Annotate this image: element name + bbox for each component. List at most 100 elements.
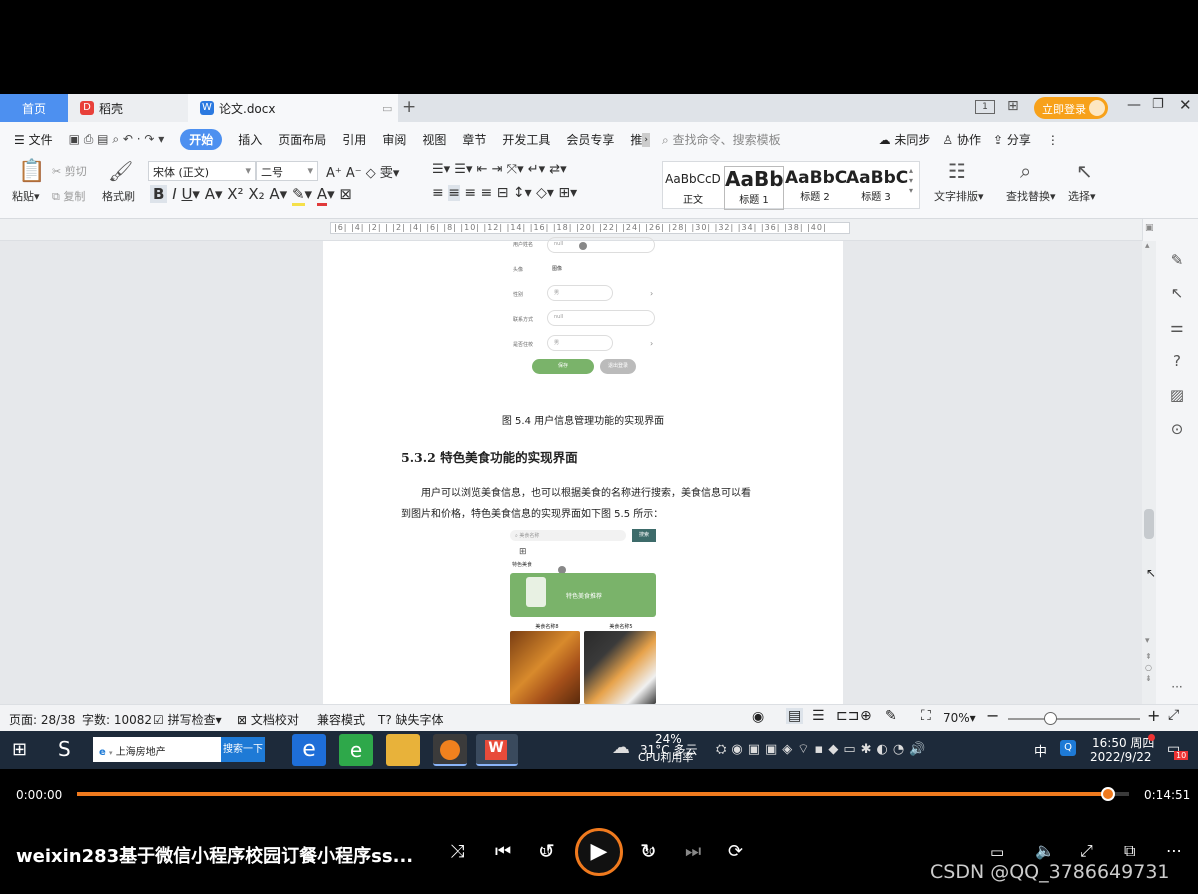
find-replace-button[interactable]: 查找替换▾ (1006, 188, 1056, 204)
format-painter-button[interactable]: 格式刷 (102, 188, 135, 204)
close-button[interactable]: ✕ (1179, 96, 1192, 114)
progress-handle[interactable] (1100, 787, 1115, 801)
menu-recommend[interactable]: 推 (630, 131, 642, 148)
more-options-icon[interactable]: ⋯ (1166, 841, 1182, 860)
more-dots-icon[interactable]: ··· (1168, 678, 1186, 696)
write-view-icon[interactable]: ✎ (885, 708, 897, 724)
login-button[interactable]: 立即登录 (1034, 97, 1108, 119)
volume-icon[interactable]: 🔈 (1035, 841, 1055, 860)
text-layout-icon[interactable]: ☷ (948, 159, 966, 183)
pen-icon[interactable]: ✎ (1168, 251, 1186, 269)
font-style-toolbar[interactable]: B I U▾ A▾ X² X₂ A▾ ✎▾ A▾ ⊠ (150, 185, 352, 206)
paste-button[interactable]: 粘贴▾ (12, 188, 40, 204)
zoom-out-button[interactable]: − (986, 706, 999, 725)
word-count[interactable]: 字数: 10082 (82, 711, 152, 728)
pointer-icon[interactable]: ↖ (1168, 284, 1186, 302)
document-page[interactable]: 用户姓名 null 头像 图像 性别 男 › 联系方式 null 是否住校 男 … (323, 237, 843, 704)
weather-cloud-icon[interactable]: ☁ (612, 737, 630, 758)
page-indicator[interactable]: 页面: 28/38 (9, 711, 75, 728)
zoom-slider[interactable] (1008, 718, 1140, 720)
page-nav-icon[interactable]: ⇞ ○ ⇟ (1145, 651, 1152, 684)
expand-icon[interactable]: ⤢ (1080, 841, 1093, 861)
quick-access-icons[interactable]: ▣ ⎙ ▤ ⌕ ↶ · ↷ ▾ (69, 132, 165, 147)
tab-document[interactable]: W 论文.docx ▭ (188, 94, 398, 122)
ruler-toggle-icon[interactable]: ▣ (1145, 223, 1154, 233)
copy-button[interactable]: ⧉ 复制 (52, 188, 85, 204)
menu-review[interactable]: 审阅 (382, 131, 406, 148)
font-size-controls-icon[interactable]: A⁺ A⁻ ◇ 雯▾ (326, 162, 399, 181)
ime-indicator[interactable]: 中 (1034, 741, 1047, 760)
fullscreen-icon[interactable]: ⤢ (1168, 707, 1179, 723)
image-edit-icon[interactable]: ▨ (1168, 386, 1186, 404)
format-painter-icon[interactable]: 🖌 (108, 159, 133, 183)
command-search[interactable]: ⌕ 查找命令、搜索模板 (662, 131, 781, 148)
collab-button[interactable]: ♙ 协作 (942, 131, 981, 148)
style-heading2[interactable]: AaBbC 标题 2 (785, 166, 847, 210)
apps-grid-icon[interactable]: ⊞ (1007, 98, 1019, 114)
pip-icon[interactable]: ⧉ (1124, 841, 1135, 861)
select-cursor-icon[interactable]: ↖ (1076, 159, 1093, 183)
shuffle-icon[interactable]: ⤨ (450, 841, 464, 862)
app-logo-icon[interactable]: S (58, 737, 71, 761)
media-player-icon[interactable] (433, 734, 467, 766)
list-controls[interactable]: ☰▾ ☰▾ ⇤ ⇥ ⤧▾ ↵▾ ⇄▾ (432, 162, 567, 177)
menu-page-layout[interactable]: 页面布局 (278, 131, 326, 148)
page-view-icon[interactable]: ▤ (786, 708, 804, 724)
zoom-slider-handle[interactable] (1044, 712, 1057, 725)
clock-date[interactable]: 2022/9/22 (1090, 750, 1152, 764)
zoom-level[interactable]: 70%▾ (943, 711, 976, 725)
help-icon[interactable]: ? (1168, 352, 1186, 370)
more-menu-icon[interactable]: ⋮ (1047, 133, 1059, 147)
menu-view[interactable]: 视图 (422, 131, 446, 148)
location-icon[interactable]: ⊙ (1168, 420, 1186, 438)
sync-status[interactable]: ☁ 未同步 (879, 131, 931, 148)
menu-scroll-right-icon[interactable]: › (642, 132, 651, 147)
new-tab-button[interactable]: + (402, 97, 416, 117)
alignment-controls[interactable]: ≡ ≡ ≡ ≡ ⊟ ↕▾ ◇▾ ⊞▾ (432, 185, 577, 201)
menu-insert[interactable]: 插入 (238, 131, 262, 148)
ie-browser-icon[interactable]: e (292, 734, 326, 766)
scroll-down-icon[interactable]: ▾ (1145, 636, 1150, 646)
restore-button[interactable]: ❐ (1152, 97, 1164, 112)
next-icon[interactable]: ⏭ (685, 841, 701, 862)
menu-section[interactable]: 章节 (462, 131, 486, 148)
share-button[interactable]: ⇪ 分享 (993, 131, 1031, 148)
horizontal-ruler[interactable]: |6| |4| |2| | |2| |4| |6| |8| |10| |12| … (330, 222, 850, 234)
taskbar-search-input[interactable]: e ▾ 上海房地产 (93, 737, 221, 762)
tab-daoke[interactable]: D 稻壳 (68, 94, 188, 122)
doc-proof[interactable]: ⊠ 文档校对 (237, 711, 299, 728)
previous-icon[interactable]: ⏮ (495, 841, 511, 862)
progress-track[interactable] (77, 792, 1129, 796)
cut-button[interactable]: ✂ 剪切 (52, 163, 87, 179)
qq-icon[interactable]: Q (1060, 740, 1076, 756)
wps-taskbar-icon[interactable]: W (476, 734, 518, 766)
menu-start[interactable]: 开始 (180, 129, 223, 150)
monitor-icon[interactable]: ▭ (382, 102, 392, 115)
vertical-scrollbar[interactable]: ▣ ▴ ▾ ⇞ ○ ⇟ (1142, 223, 1156, 704)
spell-check[interactable]: ☑ 拼写检查▾ (153, 711, 222, 728)
web-view-icon[interactable]: ⊕ (860, 708, 872, 724)
menu-member[interactable]: 会员专享 (566, 131, 614, 148)
subtitles-icon[interactable]: ▭ (990, 843, 1004, 861)
style-heading1[interactable]: AaBb 标题 1 (724, 166, 784, 210)
select-button[interactable]: 选择▾ (1068, 188, 1096, 204)
font-name-select[interactable]: 宋体 (正文) ▾ (148, 161, 256, 181)
windows-start-icon[interactable]: ⊞ (12, 739, 27, 760)
paste-icon[interactable]: 📋 (18, 159, 45, 184)
menu-file[interactable]: ☰ 文件 (14, 131, 53, 148)
menu-references[interactable]: 引用 (342, 131, 366, 148)
scrollbar-thumb[interactable] (1144, 509, 1154, 539)
zoom-in-button[interactable]: + (1147, 706, 1160, 725)
eye-protect-icon[interactable]: ◉ (752, 709, 764, 725)
font-size-select[interactable]: 二号 ▾ (256, 161, 318, 181)
scroll-up-icon[interactable]: ▴ (1145, 241, 1150, 251)
reading-view-icon[interactable]: ⊏⊐ (836, 708, 859, 724)
reading-mode-icon[interactable]: 1 (975, 100, 995, 114)
360-browser-icon[interactable]: e (339, 734, 373, 766)
style-scroll-icon[interactable]: ▴ ▾ ▾ (909, 166, 913, 196)
find-replace-icon[interactable]: ⌕ (1020, 159, 1031, 183)
file-explorer-icon[interactable] (386, 734, 420, 766)
adjust-sliders-icon[interactable]: ⚌ (1168, 318, 1186, 336)
tab-home[interactable]: 首页 (0, 94, 68, 122)
text-layout-button[interactable]: 文字排版▾ (934, 188, 984, 204)
